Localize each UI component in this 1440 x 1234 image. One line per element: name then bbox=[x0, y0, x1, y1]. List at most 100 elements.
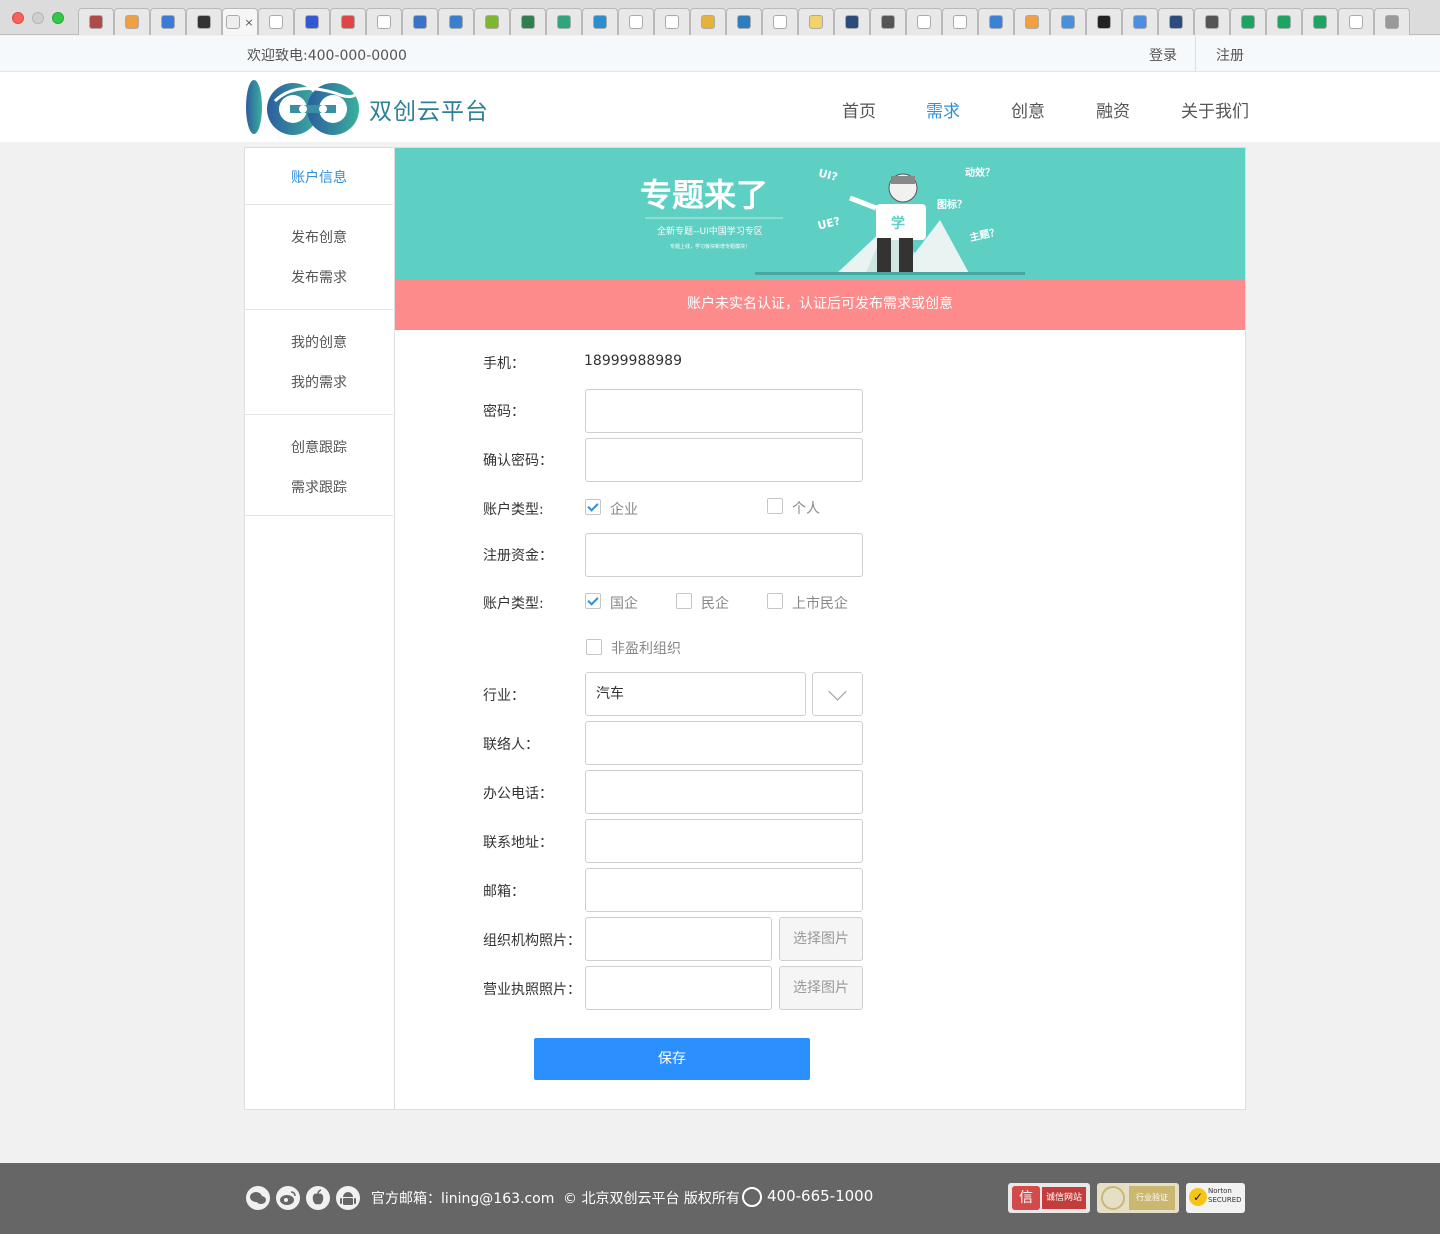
tab-favicon-icon bbox=[809, 15, 823, 29]
browser-tab[interactable] bbox=[150, 8, 186, 35]
tab-favicon-icon bbox=[665, 15, 679, 29]
browser-tab[interactable] bbox=[762, 8, 798, 35]
enterprise-option-label: 企业 bbox=[610, 502, 638, 518]
private-checkbox[interactable] bbox=[676, 593, 692, 609]
wechat-icon[interactable] bbox=[246, 1186, 270, 1210]
industry-verify-badge[interactable]: 行业验证 bbox=[1097, 1183, 1179, 1213]
logo-icon[interactable] bbox=[245, 79, 363, 135]
nonprofit-checkbox[interactable] bbox=[586, 639, 602, 655]
browser-tab[interactable] bbox=[834, 8, 870, 35]
nav-demand[interactable]: 需求 bbox=[926, 97, 960, 122]
save-button[interactable]: 保存 bbox=[534, 1038, 810, 1080]
browser-tab[interactable] bbox=[402, 8, 438, 35]
browser-tab[interactable] bbox=[78, 8, 114, 35]
license-photo-choose-button[interactable]: 选择图片 bbox=[779, 966, 863, 1010]
browser-tab[interactable]: × bbox=[222, 8, 258, 35]
listed-private-checkbox[interactable] bbox=[767, 593, 783, 609]
browser-tab[interactable] bbox=[906, 8, 942, 35]
browser-tab[interactable] bbox=[942, 8, 978, 35]
browser-tab[interactable] bbox=[1050, 8, 1086, 35]
browser-tab[interactable] bbox=[1014, 8, 1050, 35]
android-icon[interactable] bbox=[336, 1186, 360, 1210]
nav-financing[interactable]: 融资 bbox=[1096, 97, 1130, 122]
contact-input[interactable] bbox=[585, 721, 863, 765]
sidebar-item-creative-tracking[interactable]: 创意跟踪 bbox=[245, 437, 393, 457]
close-window-button[interactable] bbox=[12, 12, 24, 24]
tab-favicon-icon bbox=[161, 15, 175, 29]
banner-illustration: 专题来了 全新专题--UI中国学习专区 专题上线，学习板块新增专题模块！ 学 U… bbox=[640, 166, 1025, 275]
browser-tab[interactable] bbox=[546, 8, 582, 35]
confirm-password-input[interactable] bbox=[585, 438, 863, 482]
maximize-window-button[interactable] bbox=[52, 12, 64, 24]
browser-tab[interactable] bbox=[582, 8, 618, 35]
weibo-icon[interactable] bbox=[276, 1186, 300, 1210]
credit-site-badge[interactable]: 信 诚信网站 bbox=[1008, 1183, 1090, 1213]
minimize-window-button[interactable] bbox=[32, 12, 44, 24]
address-input[interactable] bbox=[585, 819, 863, 863]
nav-about-us[interactable]: 关于我们 bbox=[1181, 97, 1249, 122]
sidebar-item-my-demand[interactable]: 我的需求 bbox=[245, 372, 393, 392]
tab-favicon-icon bbox=[593, 15, 607, 29]
email-input[interactable] bbox=[585, 868, 863, 912]
credit-site-badge-label: 诚信网站 bbox=[1042, 1187, 1086, 1209]
browser-tab[interactable] bbox=[1086, 8, 1122, 35]
org-photo-input[interactable] bbox=[585, 917, 772, 961]
browser-tab[interactable] bbox=[1158, 8, 1194, 35]
org-photo-choose-button[interactable]: 选择图片 bbox=[779, 917, 863, 961]
browser-tab[interactable] bbox=[438, 8, 474, 35]
nav-creative[interactable]: 创意 bbox=[1011, 97, 1045, 122]
browser-tab[interactable] bbox=[1374, 8, 1410, 35]
individual-checkbox[interactable] bbox=[767, 498, 783, 514]
browser-tab[interactable] bbox=[798, 8, 834, 35]
browser-tab[interactable] bbox=[114, 8, 150, 35]
browser-tab[interactable] bbox=[1338, 8, 1374, 35]
banner-subtitle: 全新专题--UI中国学习专区 bbox=[657, 225, 763, 237]
login-link[interactable]: 登录 bbox=[1149, 45, 1177, 65]
sidebar-item-account-info[interactable]: 账户信息 bbox=[245, 167, 393, 187]
browser-tab[interactable] bbox=[690, 8, 726, 35]
sidebar-item-demand-tracking[interactable]: 需求跟踪 bbox=[245, 477, 393, 497]
browser-tab[interactable] bbox=[1266, 8, 1302, 35]
browser-tab[interactable] bbox=[1194, 8, 1230, 35]
capital-input[interactable] bbox=[585, 533, 863, 577]
password-input[interactable] bbox=[585, 389, 863, 433]
enterprise-checkbox[interactable] bbox=[585, 499, 601, 515]
browser-tab[interactable] bbox=[474, 8, 510, 35]
browser-tab[interactable] bbox=[726, 8, 762, 35]
state-owned-checkbox[interactable] bbox=[585, 593, 601, 609]
browser-tab[interactable] bbox=[186, 8, 222, 35]
sidebar-item-my-creative[interactable]: 我的创意 bbox=[245, 332, 393, 352]
apple-icon[interactable] bbox=[306, 1186, 330, 1210]
sidebar-item-publish-demand[interactable]: 发布需求 bbox=[245, 267, 393, 287]
tab-favicon-icon bbox=[917, 15, 931, 29]
contact-label: 联络人： bbox=[483, 737, 539, 753]
browser-tab[interactable] bbox=[1302, 8, 1338, 35]
browser-tab[interactable] bbox=[510, 8, 546, 35]
tab-favicon-icon bbox=[1133, 15, 1147, 29]
browser-tab[interactable] bbox=[1230, 8, 1266, 35]
tab-favicon-icon bbox=[953, 15, 967, 29]
browser-tab[interactable] bbox=[978, 8, 1014, 35]
browser-tab[interactable] bbox=[258, 8, 294, 35]
browser-tab[interactable] bbox=[330, 8, 366, 35]
browser-tab[interactable] bbox=[294, 8, 330, 35]
register-link[interactable]: 注册 bbox=[1216, 45, 1244, 65]
sidebar-item-publish-creative[interactable]: 发布创意 bbox=[245, 227, 393, 247]
browser-tab[interactable] bbox=[1122, 8, 1158, 35]
promo-banner[interactable]: 专题来了 全新专题--UI中国学习专区 专题上线，学习板块新增专题模块！ 学 U… bbox=[395, 148, 1245, 279]
norton-badge[interactable]: ✓ Norton SECURED bbox=[1186, 1183, 1245, 1213]
close-tab-icon[interactable]: × bbox=[244, 16, 253, 29]
browser-tab[interactable] bbox=[618, 8, 654, 35]
license-photo-input[interactable] bbox=[585, 966, 772, 1010]
license-photo-label: 营业执照照片： bbox=[483, 982, 581, 998]
sidebar: 账户信息 发布创意 发布需求 我的创意 我的需求 创意跟踪 需求跟踪 bbox=[245, 148, 395, 1109]
chevron-down-icon[interactable] bbox=[812, 672, 863, 716]
browser-tab[interactable] bbox=[366, 8, 402, 35]
browser-tab[interactable] bbox=[870, 8, 906, 35]
office-phone-input[interactable] bbox=[585, 770, 863, 814]
tab-favicon-icon bbox=[737, 15, 751, 29]
industry-select[interactable]: 汽车 bbox=[585, 672, 806, 716]
browser-tab[interactable] bbox=[654, 8, 690, 35]
banner-tag-motion: 动效？ bbox=[965, 166, 995, 179]
nav-home[interactable]: 首页 bbox=[842, 97, 876, 122]
